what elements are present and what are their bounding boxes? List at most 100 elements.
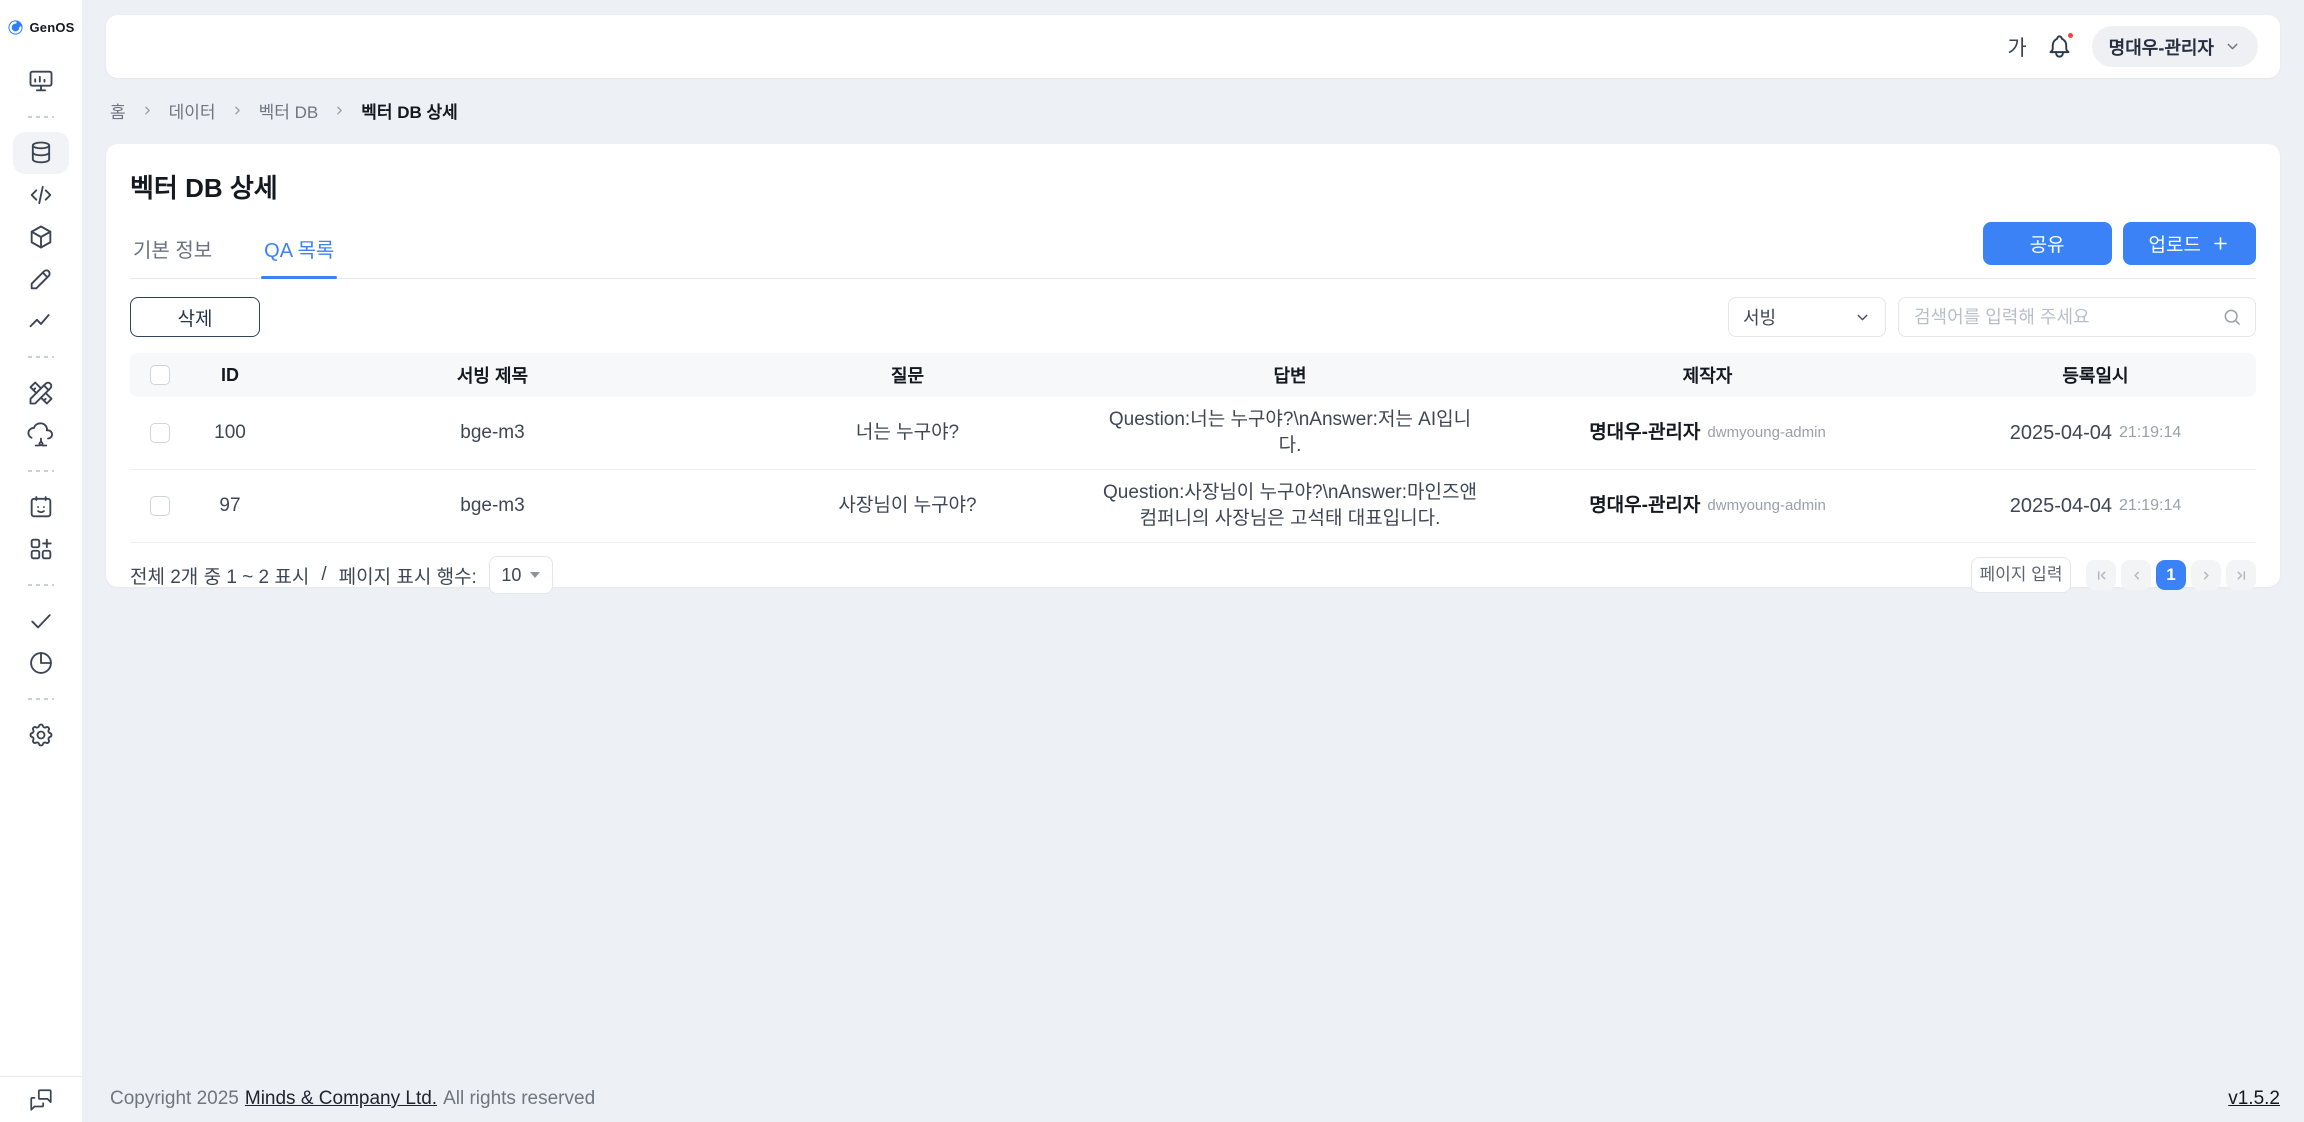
delete-button[interactable]: 삭제 [130, 297, 260, 337]
chevron-down-icon [2224, 38, 2241, 55]
breadcrumb-current: 벡터 DB 상세 [361, 98, 458, 123]
copyright-suffix: All rights reserved [443, 1088, 595, 1109]
chevron-down-icon [1854, 309, 1871, 326]
user-menu[interactable]: 명대우-관리자 [2092, 26, 2258, 67]
sidebar-item-approval[interactable] [13, 600, 69, 642]
sidebar-item-code[interactable] [13, 174, 69, 216]
sidebar-item-dashboard[interactable] [13, 60, 69, 102]
sidebar-divider [28, 456, 54, 486]
date-value: 2025-04-04 [2010, 493, 2112, 519]
logo-label: GenOS [29, 20, 74, 35]
cell-answer: Question:너는 누구야?\nAnswer:저는 AI입니다. [1100, 407, 1480, 459]
sidebar-divider [28, 570, 54, 600]
chevrons-last-icon [2233, 567, 2250, 584]
sidebar-item-deploy[interactable] [13, 414, 69, 456]
search-icon[interactable] [2222, 307, 2242, 327]
creator-id: dwmyoung-admin [1707, 493, 1825, 519]
tab-qa-list[interactable]: QA 목록 [261, 234, 337, 278]
code-icon [27, 181, 55, 209]
table-toolbar: 삭제 서빙 [130, 297, 2256, 337]
sidebar-item-usage[interactable] [13, 642, 69, 684]
sidebar-item-edit[interactable] [13, 258, 69, 300]
breadcrumb-data[interactable]: 데이터 [169, 98, 216, 123]
page-title: 벡터 DB 상세 [130, 144, 2256, 205]
sidebar-divider [28, 342, 54, 372]
filters: 서빙 [1728, 297, 2256, 337]
share-button[interactable]: 공유 [1983, 222, 2112, 265]
chevron-right-icon [2198, 567, 2215, 584]
pagination-summary-group: 전체 2개 중 1 ~ 2 표시 / 페이지 표시 행수: 10 [130, 556, 553, 594]
tools-icon [27, 379, 55, 407]
user-name: 명대우-관리자 [2109, 34, 2214, 60]
sidebar-item-tools[interactable] [13, 372, 69, 414]
share-button-label: 공유 [2030, 230, 2065, 257]
chart-line-icon [27, 307, 55, 335]
notification-badge [2066, 31, 2075, 40]
cell-creator: 명대우-관리자 dwmyoung-admin [1480, 420, 1935, 446]
database-icon [27, 139, 55, 167]
chevron-right-icon [333, 104, 346, 117]
box-icon [27, 223, 55, 251]
creator-name: 명대우-관리자 [1589, 420, 1700, 446]
sidebar-item-settings[interactable] [13, 714, 69, 756]
breadcrumb-vector-db[interactable]: 벡터 DB [259, 98, 319, 123]
table-header-row: ID 서빙 제목 질문 답변 제작자 등록일시 [130, 353, 2256, 397]
table-row[interactable]: 100 bge-m3 너는 누구야? Question:너는 누구야?\nAns… [130, 397, 2256, 470]
sidebar-item-apps[interactable] [13, 528, 69, 570]
first-page-button[interactable] [2086, 560, 2116, 590]
pagination-summary: 전체 2개 중 1 ~ 2 표시 [130, 562, 309, 589]
chart-pie-icon [27, 649, 55, 677]
chat-icon [28, 1087, 54, 1113]
column-header-question: 질문 [715, 362, 1100, 388]
sidebar-item-feedback[interactable] [13, 1079, 69, 1121]
topbar: 가 명대우-관리자 [106, 15, 2280, 78]
select-all-checkbox[interactable] [150, 365, 170, 385]
sidebar-item-vector-db[interactable] [13, 132, 69, 174]
app-logo[interactable]: GenOS [0, 0, 82, 46]
tab-basic-info[interactable]: 기본 정보 [130, 234, 215, 278]
chevrons-first-icon [2093, 567, 2110, 584]
breadcrumb: 홈 데이터 벡터 DB 벡터 DB 상세 [110, 98, 2280, 123]
calendar-icon [27, 493, 55, 521]
column-header-id: ID [190, 365, 270, 386]
grid-add-icon [27, 535, 55, 563]
table-row[interactable]: 97 bge-m3 사장님이 누구야? Question:사장님이 누구야?\n… [130, 470, 2256, 543]
chevron-left-icon [2128, 567, 2145, 584]
cell-date: 2025-04-04 21:19:14 [1935, 493, 2256, 519]
gear-icon [27, 721, 55, 749]
rows-per-page-select[interactable]: 10 [489, 556, 553, 594]
company-link[interactable]: Minds & Company Ltd. [245, 1088, 437, 1109]
serving-filter-select[interactable]: 서빙 [1728, 297, 1886, 337]
breadcrumb-home[interactable]: 홈 [110, 98, 126, 123]
caret-down-icon [530, 572, 540, 578]
rows-per-page-value: 10 [501, 565, 521, 586]
pagination-controls: 1 [1971, 557, 2256, 593]
notification-button[interactable] [2046, 33, 2073, 60]
sidebar-item-schedule[interactable] [13, 486, 69, 528]
copyright-prefix: Copyright 2025 [110, 1088, 239, 1109]
upload-button[interactable]: 업로드 [2123, 222, 2256, 265]
cell-question: 너는 누구야? [715, 420, 1100, 446]
last-page-button[interactable] [2226, 560, 2256, 590]
sidebar-item-models[interactable] [13, 216, 69, 258]
page-number-input[interactable] [1971, 557, 2071, 593]
column-header-answer: 답변 [1100, 362, 1480, 388]
cell-id: 97 [190, 493, 270, 519]
column-header-serving-title: 서빙 제목 [270, 362, 715, 388]
check-icon [27, 607, 55, 635]
page-1-button[interactable]: 1 [2156, 560, 2186, 590]
row-checkbox[interactable] [150, 496, 170, 516]
language-toggle[interactable]: 가 [2007, 32, 2026, 62]
row-checkbox[interactable] [150, 423, 170, 443]
sidebar-item-metrics[interactable] [13, 300, 69, 342]
monitor-analytics-icon [27, 67, 55, 95]
next-page-button[interactable] [2191, 560, 2221, 590]
search-input[interactable] [1912, 306, 2212, 329]
version-link[interactable]: v1.5.2 [2228, 1088, 2280, 1110]
rows-per-page-label: 페이지 표시 행수: [339, 562, 477, 589]
prev-page-button[interactable] [2121, 560, 2151, 590]
page-footer: Copyright 2025 Minds & Company Ltd. All ri… [82, 1076, 2304, 1122]
cell-id: 100 [190, 420, 270, 446]
cell-date: 2025-04-04 21:19:14 [1935, 420, 2256, 446]
time-value: 21:19:14 [2119, 420, 2181, 446]
